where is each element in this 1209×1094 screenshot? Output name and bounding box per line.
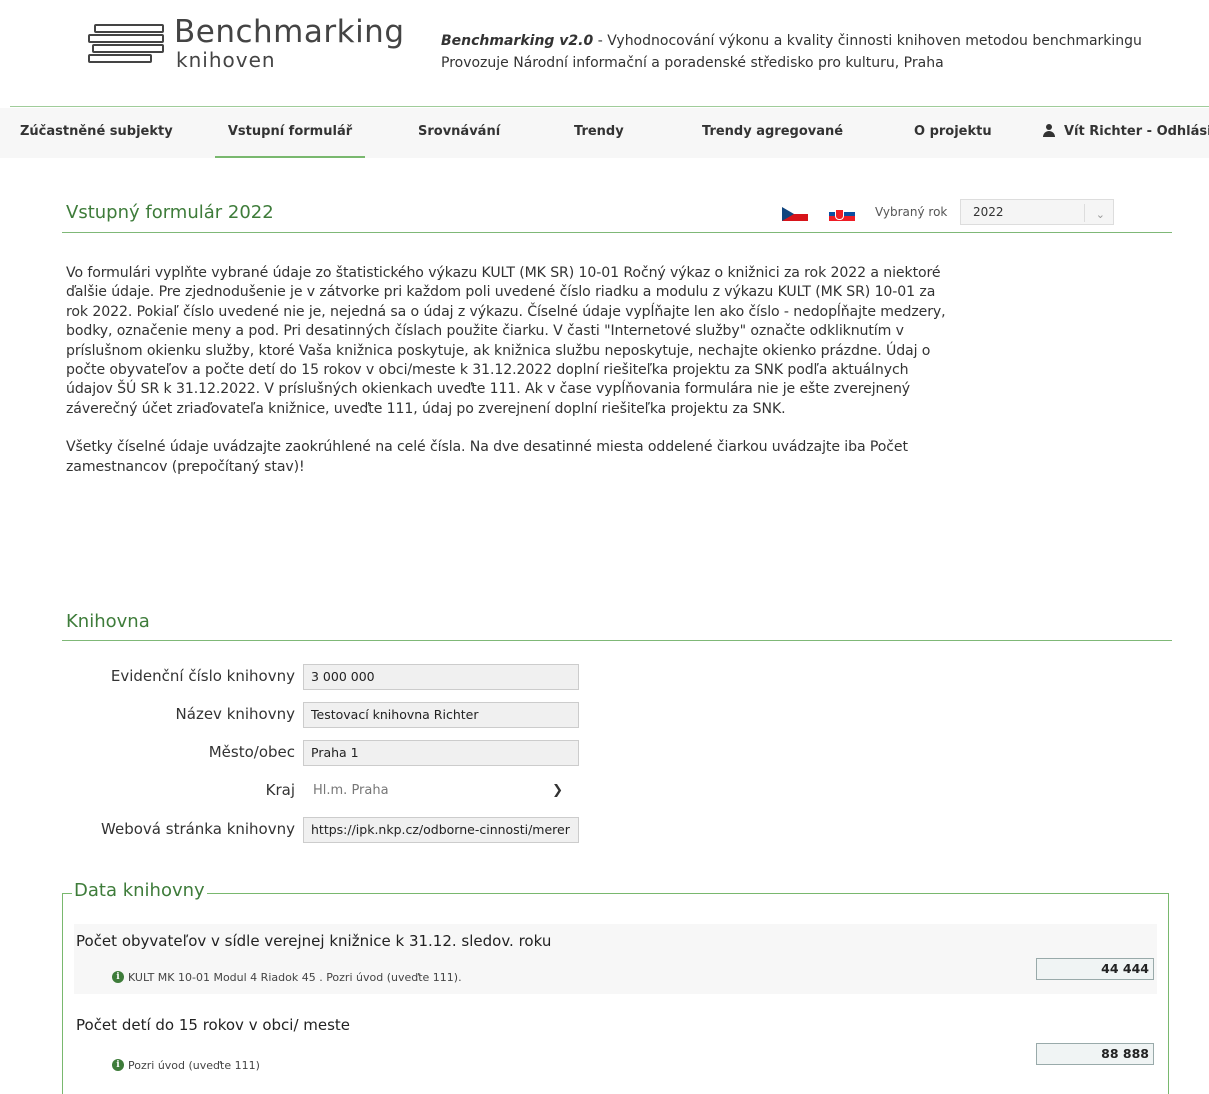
header-divider [10,106,1209,107]
user-logout-label: Vít Richter - Odhlásit [1064,124,1209,139]
logo-title: Benchmarking [174,14,405,50]
year-select[interactable]: 2022 ⌄ [960,199,1114,225]
instructions-paragraph-2: Všetky číselné údaje uvádzajte zaokrúhle… [66,439,908,475]
website-label: Webová stránka knihovny [101,820,295,838]
nav-item-about[interactable]: O projektu [914,108,992,156]
children-input[interactable]: 88 888 [1036,1043,1154,1065]
tagline-product: Benchmarking v2.0 [441,33,594,49]
nav-item-comparison[interactable]: Srovnávání [418,108,500,156]
form-instructions: Vo formulári vyplňte vybrané údaje zo št… [66,264,956,496]
nav-item-trends[interactable]: Trendy [574,108,624,156]
population-title: Počet obyvateľov v sídle verejnej knižni… [76,932,552,950]
info-icon: i [112,971,124,983]
field-label-row: Kraj [0,778,295,804]
czech-flag-icon[interactable] [782,207,808,221]
logo-subtitle: knihoven [176,48,276,72]
field-label-row: Webová stránka knihovny [0,817,295,843]
nav-item-input-form[interactable]: Vstupní formulář [215,108,365,158]
field-label-row: Název knihovny [0,702,295,728]
chevron-down-icon: ⌄ [1095,208,1105,221]
region-select[interactable]: Hl.m. Praha ❯ [303,779,567,803]
children-title: Počet detí do 15 rokov v obci/ meste [76,1016,351,1034]
logo-books-icon [88,24,168,66]
children-hint: Pozri úvod (uveďte 111) [128,1059,260,1072]
data-row-children: Počet detí do 15 rokov v obci/ meste i P… [74,1008,1157,1074]
tagline-description: - Vyhodnocování výkonu a kvality činnost… [593,33,1142,49]
library-id-field[interactable]: 3 000 000 [303,664,579,690]
field-label-row: Evidenční číslo knihovny [0,664,295,690]
year-select-label: Vybraný rok [875,205,948,219]
library-id-label: Evidenční číslo knihovny [110,667,295,685]
page-title: Vstupný formulár 2022 [66,202,274,223]
title-divider [62,232,1172,233]
page-header: Benchmarking knihoven Benchmarking v2.0 … [0,0,1209,106]
nav-item-user-logout[interactable]: Vít Richter - Odhlásit [1043,108,1209,156]
section-divider [62,640,1172,641]
site-tagline: Benchmarking v2.0 - Vyhodnocování výkonu… [441,30,1142,74]
main-nav: Zúčastněné subjekty Vstupní formulář Sro… [0,108,1209,158]
field-label-row: Město/obec [0,740,295,766]
section-title-library: Knihovna [66,611,150,632]
tagline-operator: Provozuje Národní informační a poradensk… [441,55,944,71]
nav-item-aggregated-trends[interactable]: Trendy agregované [702,108,843,156]
slovak-flag-icon[interactable] [829,207,855,221]
region-select-value: Hl.m. Praha [313,783,389,798]
library-name-label: Název knihovny [175,705,295,723]
info-icon: i [112,1059,124,1071]
user-icon [1043,124,1055,137]
population-input[interactable]: 44 444 [1036,958,1154,980]
select-separator [1084,204,1085,222]
data-row-population: Počet obyvateľov v sídle verejnej knižni… [74,924,1157,994]
instructions-paragraph-1: Vo formulári vyplňte vybrané údaje zo št… [66,265,946,417]
city-field[interactable]: Praha 1 [303,740,579,766]
chevron-down-icon: ❯ [552,783,563,798]
region-label: Kraj [265,781,295,799]
year-select-value: 2022 [973,205,1004,219]
fieldset-legend: Data knihovny [72,880,207,901]
population-hint: KULT MK 10-01 Modul 4 Riadok 45 . Pozri … [128,971,462,984]
library-name-field[interactable]: Testovací knihovna Richter [303,702,579,728]
city-label: Město/obec [208,743,295,761]
logo[interactable]: Benchmarking knihoven [88,14,418,78]
nav-item-participants[interactable]: Zúčastněné subjekty [20,108,173,156]
website-field[interactable]: https://ipk.nkp.cz/odborne-cinnosti/mere… [303,817,579,843]
